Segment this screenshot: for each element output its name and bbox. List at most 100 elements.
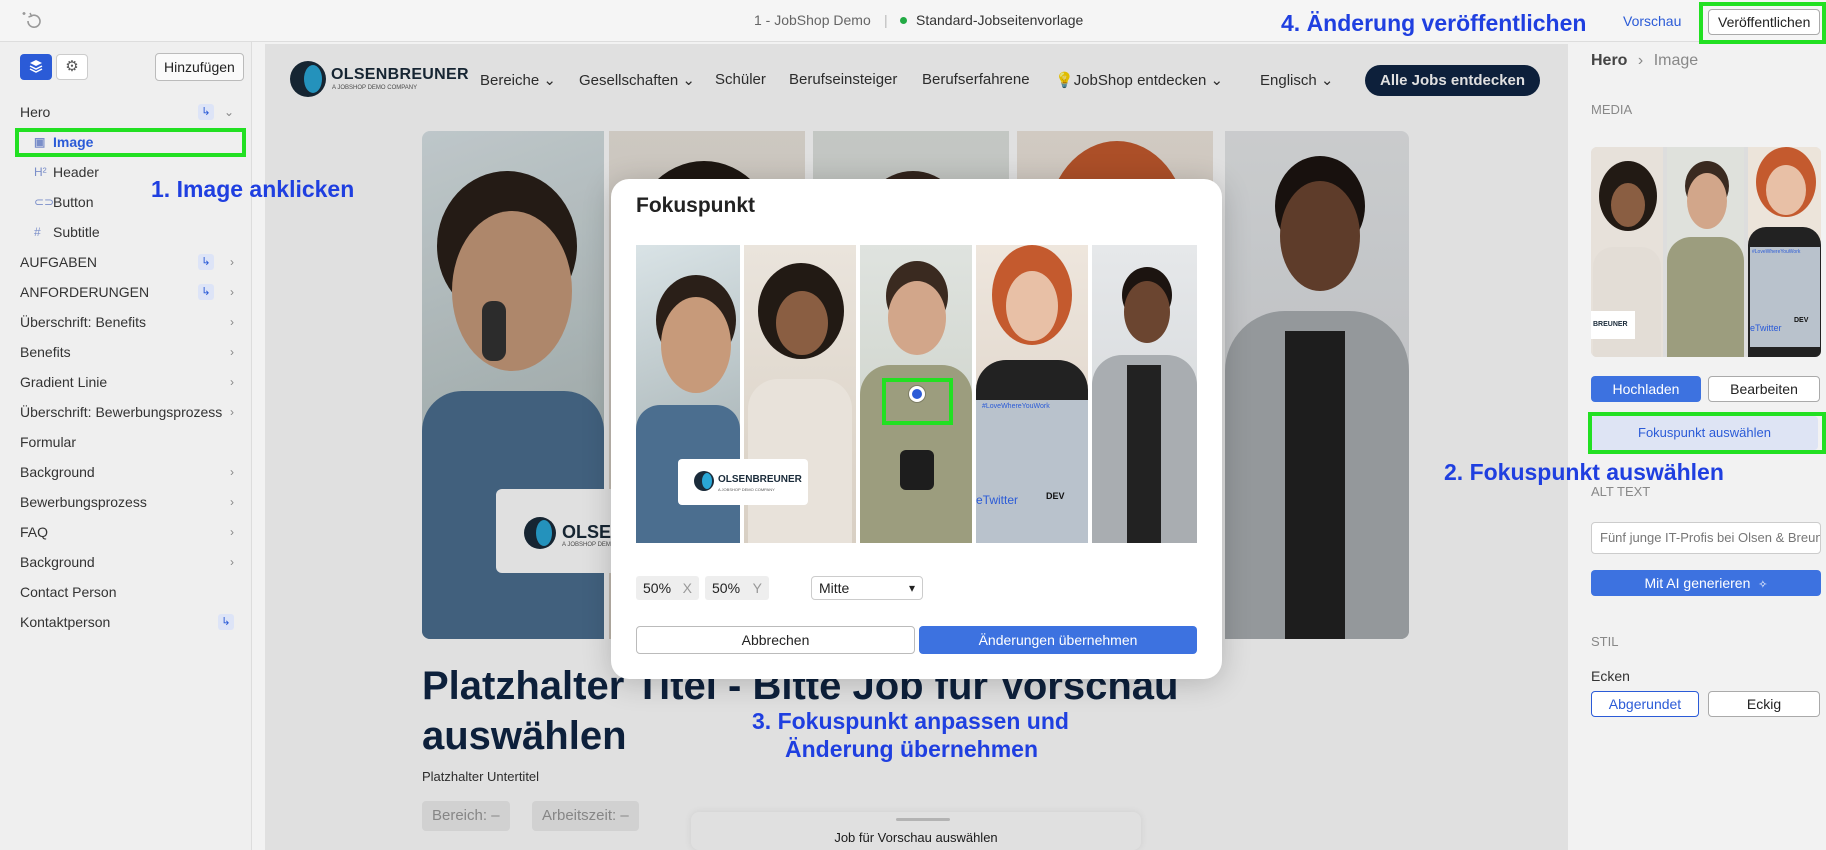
chevron-right-icon[interactable]: › xyxy=(230,400,234,424)
gear-icon[interactable]: ⚙ xyxy=(56,54,88,80)
sidebar-item-label: Überschrift: Bewerbungsprozess xyxy=(20,404,223,420)
sidebar-item-gradient-linie[interactable]: Gradient Linie › xyxy=(20,370,234,394)
sidebar-item-label: Header xyxy=(53,164,99,180)
alt-text-heading: ALT TEXT xyxy=(1591,484,1651,499)
annotation-step-3-line-1: 3. Fokuspunkt anpassen und xyxy=(752,708,1069,734)
chevron-right-icon[interactable]: › xyxy=(230,310,234,334)
annotation-step-1: 1. Image anklicken xyxy=(151,176,355,202)
link-chain-icon: ⊂⊃ xyxy=(34,195,55,209)
focus-x-input[interactable]: 50% X xyxy=(636,576,699,600)
sidebar-item-image[interactable]: ▣ Image xyxy=(32,130,232,154)
undo-icon[interactable] xyxy=(20,11,42,31)
modal-dev-label: DEV xyxy=(1046,491,1065,501)
chevron-right-icon[interactable]: › xyxy=(230,490,234,514)
sidebar-item-bewerbungsprozess[interactable]: Bewerbungsprozess › xyxy=(20,490,234,514)
sidebar-item-label: Benefits xyxy=(20,344,71,360)
project-name[interactable]: 1 - JobShop Demo xyxy=(754,12,871,28)
sidebar-item-ueberschrift-benefits[interactable]: Überschrift: Benefits › xyxy=(20,310,234,334)
thumb-photo-2 xyxy=(1667,147,1744,357)
ai-generate-button[interactable]: Mit AI generieren ✧ xyxy=(1591,570,1821,596)
thumb-twitter-label: eTwitter xyxy=(1750,323,1782,333)
preview-link[interactable]: Vorschau xyxy=(1623,13,1681,29)
modal-logo-sub: A JOBSHOP DEMO COMPANY xyxy=(718,487,775,492)
annotation-step-3-line-2: Änderung übernehmen xyxy=(785,736,1039,762)
chevron-right-icon[interactable]: › xyxy=(230,250,234,274)
sidebar-item-label: Hero xyxy=(20,104,51,120)
apply-changes-button[interactable]: Änderungen übernehmen xyxy=(919,626,1197,654)
sidebar-item-background[interactable]: Background › xyxy=(20,460,234,484)
position-value: Mitte xyxy=(819,580,850,596)
thumb-dev-label: DEV xyxy=(1794,317,1809,324)
heading-icon: H² xyxy=(34,165,47,179)
sidebar-item-subtitle[interactable]: # Subtitle xyxy=(32,220,232,244)
link-icon: ↳ xyxy=(198,104,214,120)
sidebar-item-label: Image xyxy=(53,134,94,150)
sidebar-item-label: Formular xyxy=(20,434,77,450)
focus-point-marker[interactable] xyxy=(909,386,925,402)
chevron-right-icon[interactable]: › xyxy=(230,370,234,394)
corners-square-button[interactable]: Eckig xyxy=(1708,691,1820,717)
template-name[interactable]: Standard-Jobseitenvorlage xyxy=(916,12,1083,28)
sidebar-item-label: Kontaktperson xyxy=(20,614,111,630)
sidebar-item-label: Background xyxy=(20,554,95,570)
sidebar-item-anforderungen[interactable]: ANFORDERUNGEN ↳ › xyxy=(20,280,234,304)
annotation-step-4: 4. Änderung veröffentlichen xyxy=(1281,10,1587,36)
sidebar-item-formular[interactable]: Formular xyxy=(20,430,234,454)
publish-button[interactable]: Veröffentlichen xyxy=(1708,9,1821,35)
sidebar-item-faq[interactable]: FAQ › xyxy=(20,520,234,544)
corners-rounded-button[interactable]: Abgerundet xyxy=(1591,691,1699,717)
chevron-right-icon[interactable]: › xyxy=(230,460,234,484)
alt-text-input[interactable]: Fünf junge IT-Profis bei Olsen & Breuner xyxy=(1591,522,1821,554)
focus-x-value: 50% xyxy=(643,580,672,596)
link-icon: ↳ xyxy=(198,284,214,300)
sidebar-item-label: Button xyxy=(53,194,94,210)
ai-generate-label: Mit AI generieren xyxy=(1644,575,1751,591)
sidebar-item-ueberschrift-bewerbungsprozess[interactable]: Überschrift: Bewerbungsprozess › xyxy=(20,400,234,424)
sidebar-item-label: Überschrift: Benefits xyxy=(20,314,147,330)
thumb-photo-3: #LoveWhereYouWork eTwitter DEV xyxy=(1748,147,1821,357)
sidebar-item-background-2[interactable]: Background › xyxy=(20,550,234,574)
breadcrumb: Hero › Image xyxy=(1591,52,1698,70)
modal-twitter-label: eTwitter xyxy=(976,493,1019,507)
sidebar-item-label: AUFGABEN xyxy=(20,254,98,270)
annotation-step-2: 2. Fokuspunkt auswählen xyxy=(1444,459,1724,485)
sidebar-item-label: ANFORDERUNGEN xyxy=(20,284,150,300)
chevron-down-icon[interactable]: ⌄ xyxy=(224,100,234,124)
corners-label: Ecken xyxy=(1591,668,1630,684)
sidebar-item-benefits[interactable]: Benefits › xyxy=(20,340,234,364)
thumb-photo-1: BREUNER xyxy=(1591,147,1663,357)
sidebar-item-label: Contact Person xyxy=(20,584,117,600)
chevron-right-icon[interactable]: › xyxy=(230,340,234,364)
sidebar-item-label: FAQ xyxy=(20,524,49,540)
sidebar-item-kontaktperson[interactable]: Kontaktperson ↳ xyxy=(20,610,234,634)
thumb-logo: BREUNER xyxy=(1591,311,1635,339)
focus-y-input[interactable]: 50% Y xyxy=(705,576,769,600)
cancel-button[interactable]: Abbrechen xyxy=(636,626,915,654)
chevron-right-icon[interactable]: › xyxy=(230,520,234,544)
sparkle-icon: ✧ xyxy=(1758,579,1768,591)
structure-sidebar: ⚙ Hinzufügen Hero ↳ ⌄ ▣ Image H² Header … xyxy=(0,42,252,850)
y-axis-label: Y xyxy=(752,580,762,596)
layers-icon[interactable] xyxy=(20,54,52,80)
focus-point-button[interactable]: Fokuspunkt auswählen xyxy=(1591,416,1818,450)
sidebar-item-contact-person[interactable]: Contact Person xyxy=(20,580,234,604)
modal-photo-5 xyxy=(1092,245,1197,543)
upload-button[interactable]: Hochladen xyxy=(1591,376,1701,402)
media-heading: MEDIA xyxy=(1591,102,1633,117)
chevron-down-icon: ▾ xyxy=(908,581,915,595)
sidebar-item-label: Bewerbungsprozess xyxy=(20,494,147,510)
breadcrumb-parent[interactable]: Hero xyxy=(1591,52,1627,69)
edit-button[interactable]: Bearbeiten xyxy=(1708,376,1820,402)
status-dot xyxy=(900,17,907,24)
style-heading: STIL xyxy=(1591,634,1619,649)
chevron-right-icon[interactable]: › xyxy=(230,280,234,304)
sidebar-item-aufgaben[interactable]: AUFGABEN ↳ › xyxy=(20,250,234,274)
modal-photo-4: #LoveWhereYouWork eTwitter DEV xyxy=(976,245,1088,543)
position-select[interactable]: Mitte ▾ xyxy=(811,576,923,600)
sidebar-item-hero[interactable]: Hero ↳ ⌄ xyxy=(20,100,234,124)
modal-hashtag: #LoveWhereYouWork xyxy=(982,403,1050,410)
chevron-right-icon[interactable]: › xyxy=(230,550,234,574)
focus-image-area[interactable]: #LoveWhereYouWork eTwitter DEV OLSENBREU… xyxy=(636,245,1197,543)
add-button[interactable]: Hinzufügen xyxy=(155,53,244,81)
media-thumbnail[interactable]: BREUNER #LoveWhereYouWork eTwitter DEV xyxy=(1591,147,1821,357)
